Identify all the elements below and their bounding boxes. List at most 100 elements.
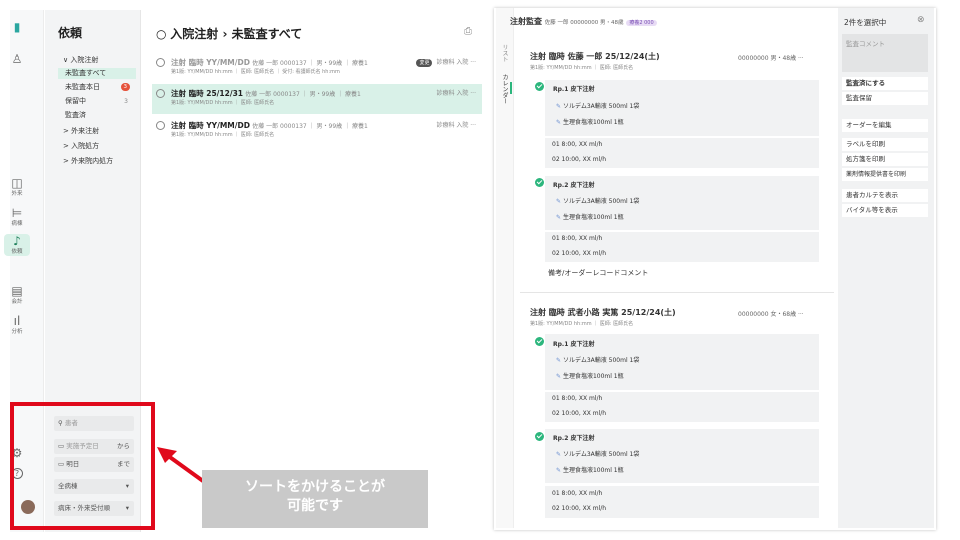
annotation-callout-text: ソートをかけることが 可能です (202, 478, 428, 516)
tab-calendar[interactable]: カレンダー (500, 74, 509, 104)
row-right: 診療科 入院 ··· (436, 120, 476, 129)
drug-line: ✎ 生理食塩液100ml 1瓶 (556, 465, 624, 474)
comment-placeholder: 監査コメント (846, 40, 885, 48)
rp-name: Rp.1 皮下注射 (553, 86, 595, 93)
pencil-icon: ✎ (556, 373, 563, 380)
rail-request[interactable]: ♪ 依頼 (4, 234, 30, 256)
audit-comment-input[interactable]: 監査コメント (842, 34, 928, 72)
annotation-arrow (157, 447, 205, 483)
rp-name: Rp.2 皮下注射 (553, 182, 595, 189)
nav-item-label: > 外来院内処方 (63, 157, 114, 165)
drug-name: 生理食塩液100ml 1瓶 (562, 467, 624, 474)
print-label-button[interactable]: ラベルを印刷 (842, 138, 928, 151)
rail-billing[interactable]: ▤ 会計 (4, 284, 30, 306)
row-line2: 第1版: YY/MM/DD hh:mm ｜ 医師: 医師氏名 (171, 100, 275, 106)
print-drug-info-button[interactable]: 薬剤情報提供書を印刷 (842, 168, 928, 181)
close-icon: ⊗ (917, 15, 925, 25)
audit-hold-button[interactable]: 監査保留 (842, 92, 928, 105)
time-line: 02 10:00, XX ml/h (552, 250, 607, 257)
pencil-icon: ✎ (556, 214, 563, 221)
rail-user[interactable]: ♙ (4, 52, 30, 66)
row-meta: 佐藤 一郎 0000137 ｜ 男・99歳 ｜ 療養1 (252, 123, 368, 130)
select-circle-icon[interactable] (156, 121, 165, 130)
pencil-icon: ✎ (556, 103, 563, 110)
close-button[interactable]: ⊗ (917, 15, 925, 25)
nav-title: 依頼 (58, 26, 83, 40)
print-button[interactable]: ⎙ (464, 26, 472, 37)
row-dept: 診療科 入院 ··· (436, 90, 476, 97)
row-line1: 注射 臨時 YY/MM/DD 佐藤 一郎 0000137 ｜ 男・99歳 ｜ 療… (171, 57, 368, 68)
change-tag: 変更 (416, 59, 433, 67)
drug-line: ✎ 生理食塩液100ml 1瓶 (556, 117, 624, 126)
time-line: 02 10:00, XX ml/h (552, 505, 607, 512)
rail-analytics[interactable]: ıl 分析 (4, 314, 30, 336)
nav-item-on-hold[interactable]: 保留中 3 (58, 96, 136, 107)
page-title-text: 入院注射 › 未監査すべて (170, 27, 303, 41)
select-circle-icon[interactable] (156, 58, 165, 67)
nav-item-unaudited-today[interactable]: 未監査本日 3 (58, 82, 136, 93)
drug-name: ソルデム3A輸液 500ml 1袋 (562, 198, 640, 205)
nav-group-inpatient-prescription[interactable]: > 入院処方 (58, 141, 136, 152)
page-title: ○ 入院注射 › 未監査すべて (156, 25, 302, 42)
rail-outpatient[interactable]: ◫ 外来 (4, 176, 30, 198)
rail-label: 会計 (11, 299, 23, 305)
circle-icon: ○ (156, 27, 171, 41)
nav-group-outpatient-prescription[interactable]: > 外来院内処方 (58, 156, 136, 167)
tab-list[interactable]: リスト (500, 44, 509, 62)
nav-item-label: 未監査すべて (65, 69, 107, 77)
row-right: 診療科 入院 ··· (436, 88, 476, 97)
detail-header: 注射監査 佐藤 一郎 00000000 男・48歳 療養2 000 (510, 16, 657, 27)
active-tab-indicator (510, 82, 512, 94)
order-row-selected[interactable]: 注射 臨時 25/12/31 佐藤 一郎 0000137 ｜ 男・99歳 ｜ 療… (152, 84, 482, 114)
pencil-icon: ✎ (556, 357, 563, 364)
bell-icon: ♪ (13, 234, 21, 248)
drug-name: 生理食塩液100ml 1瓶 (562, 214, 624, 221)
order-meta[interactable]: 00000000 男・48歳 ··· (738, 53, 804, 62)
printer-icon: ⎙ (464, 26, 472, 37)
nav-item-unaudited-all[interactable]: 未監査すべて (58, 68, 136, 79)
check-icon (535, 432, 544, 441)
check-icon (535, 178, 544, 187)
divider (520, 292, 834, 293)
rail-label: 病棟 (11, 221, 23, 227)
order-meta[interactable]: 00000000 女・68歳 ··· (738, 309, 804, 318)
drug-line: ✎ 生理食塩液100ml 1瓶 (556, 371, 624, 380)
time-line: 02 10:00, XX ml/h (552, 410, 607, 417)
selection-count: 2件を選択中 (844, 18, 887, 27)
ward-badge: 療養2 000 (626, 20, 657, 26)
nav-group-outpatient-injection[interactable]: > 外来注射 (58, 126, 136, 137)
order-row[interactable]: 注射 臨時 YY/MM/DD 佐藤 一郎 0000137 ｜ 男・99歳 ｜ 療… (152, 53, 482, 83)
nav-item-label: ∨ 入院注射 (63, 56, 99, 64)
user-icon: ♙ (11, 52, 23, 66)
drug-name: 生理食塩液100ml 1瓶 (562, 373, 624, 380)
time-line: 01 8:00, XX ml/h (552, 490, 603, 497)
row-line1: 注射 臨時 25/12/31 佐藤 一郎 0000137 ｜ 男・99歳 ｜ 療… (171, 88, 361, 99)
order-note: 備考/オーダーレコードコメント (548, 269, 649, 277)
edit-order-button[interactable]: オーダーを編集 (842, 119, 928, 132)
callout-line1: ソートをかけることが (245, 479, 385, 495)
select-circle-icon[interactable] (156, 89, 165, 98)
nav-item-label: > 外来注射 (63, 127, 100, 135)
nav-item-label: > 入院処方 (63, 142, 100, 150)
row-dept: 診療科 入院 ··· (436, 59, 476, 66)
bed-icon: ⊨ (11, 206, 23, 220)
print-prescription-button[interactable]: 処方箋を印刷 (842, 153, 928, 166)
drug-line: ✎ ソルデム3A輸液 500ml 1袋 (556, 449, 639, 458)
time-line: 01 8:00, XX ml/h (552, 141, 603, 148)
order-row[interactable]: 注射 臨時 YY/MM/DD 佐藤 一郎 0000137 ｜ 男・99歳 ｜ 療… (152, 116, 482, 146)
nav-item-audited[interactable]: 監査済 (58, 110, 136, 121)
detail-title: 注射監査 (510, 17, 542, 26)
show-vitals-button[interactable]: バイタル等を表示 (842, 204, 928, 217)
row-line2: 第1版: YY/MM/DD hh:mm ｜ 医師: 医師氏名 ｜ 受付: 看護師… (171, 69, 340, 75)
show-chart-button[interactable]: 患者カルテを表示 (842, 189, 928, 202)
rail-ward[interactable]: ⊨ 病棟 (4, 206, 30, 228)
rp-name: Rp.1 皮下注射 (553, 341, 595, 348)
time-line: 01 8:00, XX ml/h (552, 235, 603, 242)
nav-group-inpatient-injection[interactable]: ∨ 入院注射 (58, 55, 136, 66)
mark-audited-button[interactable]: 監査済にする (842, 77, 928, 90)
drug-name: ソルデム3A輸液 500ml 1袋 (562, 451, 640, 458)
app-logo: ▮ (4, 20, 30, 34)
nav-item-label: 未監査本日 (65, 83, 100, 91)
row-line1: 注射 臨時 YY/MM/DD 佐藤 一郎 0000137 ｜ 男・99歳 ｜ 療… (171, 120, 368, 131)
row-title: 注射 臨時 YY/MM/DD (171, 58, 250, 67)
